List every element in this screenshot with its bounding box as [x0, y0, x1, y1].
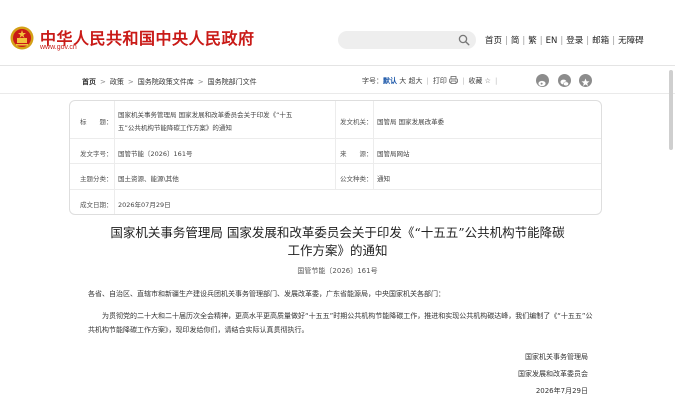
document-number: 国管节能〔2026〕161号 — [297, 267, 378, 275]
divider — [335, 101, 336, 190]
qzone-icon[interactable] — [579, 74, 592, 87]
info-number-value: 国管节能〔2026〕161号 — [118, 150, 193, 158]
search-input[interactable] — [346, 33, 456, 47]
article-title: 国家机关事务管理局 国家发展和改革委员会关于印发《“十五五”公共机构节能降碳 工… — [60, 224, 615, 260]
breadcrumb-policy-library[interactable]: 国务院政策文件库 — [138, 78, 194, 86]
divider: | — [462, 77, 465, 85]
divider — [373, 101, 374, 190]
divider: | — [505, 36, 508, 46]
divider: | — [426, 77, 429, 85]
divider: | — [586, 36, 590, 46]
chevron-right-icon: > — [197, 78, 204, 86]
breadcrumb-policy[interactable]: 政策 — [110, 78, 124, 86]
article-title-line1: 国家机关事务管理局 国家发展和改革委员会关于印发《“十五五”公共机构节能降碳 — [110, 225, 565, 240]
font-default-button[interactable]: 默认 — [383, 77, 397, 85]
nav-english[interactable]: EN — [546, 36, 558, 46]
printer-icon[interactable] — [449, 76, 458, 84]
weibo-icon[interactable] — [536, 74, 549, 87]
nav-login[interactable]: 登录 — [566, 36, 583, 46]
sign-date: 2026年7月29日 — [535, 387, 588, 395]
divider: | — [494, 77, 498, 85]
chevron-right-icon: > — [100, 78, 106, 86]
favorite-button[interactable]: 收藏 — [468, 77, 482, 85]
divider — [114, 101, 115, 214]
nav-simplified[interactable]: 简 — [511, 36, 520, 46]
print-button[interactable]: 打印 — [433, 77, 447, 85]
nav-accessibility[interactable]: 无障碍 — [618, 36, 644, 46]
divider: | — [560, 36, 564, 46]
divider: | — [612, 36, 616, 46]
info-label: 发文字号： — [80, 150, 113, 158]
body-paragraph: 为贯彻党的二十大和二十届历次全会精神，更高水平更高质量做好“十五五”时期公共机构… — [88, 312, 593, 334]
addressee: 各省、自治区、直辖市和新疆生产建设兵团机关事务管理部门、发展改革委，广东省能源局… — [88, 290, 445, 298]
font-xlarge-button[interactable]: 超大 — [408, 77, 422, 85]
site-header: 中华人民共和国中央人民政府 www.gov.cn 首页 | 简 | 繁 | EN | 登录 | 邮箱… — [0, 0, 675, 66]
star-icon[interactable]: ☆ — [485, 77, 491, 85]
national-emblem-icon[interactable] — [10, 26, 34, 50]
info-label: 来 源： — [340, 150, 373, 158]
font-size-label: 字号： — [362, 77, 383, 85]
divider: | — [539, 36, 543, 46]
info-label: 成文日期： — [80, 201, 113, 209]
info-title-line2: 五”公共机构节能降碳工作方案》的通知 — [118, 124, 232, 132]
info-label: 公文种类： — [340, 175, 373, 183]
scrollbar-thumb[interactable] — [669, 70, 673, 150]
site-url: www.gov.cn — [40, 44, 77, 51]
chevron-right-icon: > — [127, 78, 134, 86]
breadcrumb-department-docs[interactable]: 国务院部门文件 — [208, 78, 257, 86]
article-title-line2: 工作方案》的通知 — [287, 243, 388, 258]
search-box[interactable] — [338, 31, 476, 49]
nav-traditional[interactable]: 繁 — [528, 36, 537, 46]
info-date-value: 2026年07月29日 — [118, 201, 171, 209]
info-label: 主题分类： — [80, 175, 113, 183]
divider: | — [522, 36, 526, 46]
breadcrumb: 首页 > 政策 > 国务院政策文件库 > 国务院部门文件 — [82, 77, 257, 87]
info-topic-value: 国土资源、能源\其他 — [118, 175, 179, 183]
info-type-value: 通知 — [377, 175, 390, 183]
page-tools: 字号：默认 大 超大 | 打印 | 收藏 ☆ | — [362, 76, 501, 86]
wechat-icon[interactable] — [558, 74, 571, 87]
breadcrumb-bar: 首页 > 政策 > 国务院政策文件库 > 国务院部门文件 字号：默认 大 超大 | 打印 | 收藏… — [0, 68, 675, 94]
info-source-value: 国管局网站 — [377, 150, 410, 158]
top-nav: 首页 | 简 | 繁 | EN | 登录 | 邮箱 | 无障碍 — [485, 34, 644, 46]
info-title-line1: 国家机关事务管理局 国家发展和改革委员会关于印发《“十五 — [118, 111, 293, 119]
info-issuer-value: 国管局 国家发展改革委 — [377, 118, 445, 126]
document-info-table: 标 题： 国家机关事务管理局 国家发展和改革委员会关于印发《“十五 五”公共机构… — [69, 100, 602, 215]
nav-mail[interactable]: 邮箱 — [592, 36, 609, 46]
search-icon[interactable] — [458, 34, 470, 46]
info-label: 发文机关： — [340, 118, 373, 126]
nav-home[interactable]: 首页 — [485, 36, 502, 46]
signer-2: 国家发展和改革委员会 — [518, 370, 588, 378]
info-label: 标 题： — [80, 118, 113, 126]
signer-1: 国家机关事务管理局 — [525, 353, 588, 361]
breadcrumb-home[interactable]: 首页 — [82, 78, 96, 86]
font-large-button[interactable]: 大 — [399, 77, 406, 85]
info-row-date: 成文日期： 2026年07月29日 — [70, 190, 601, 214]
